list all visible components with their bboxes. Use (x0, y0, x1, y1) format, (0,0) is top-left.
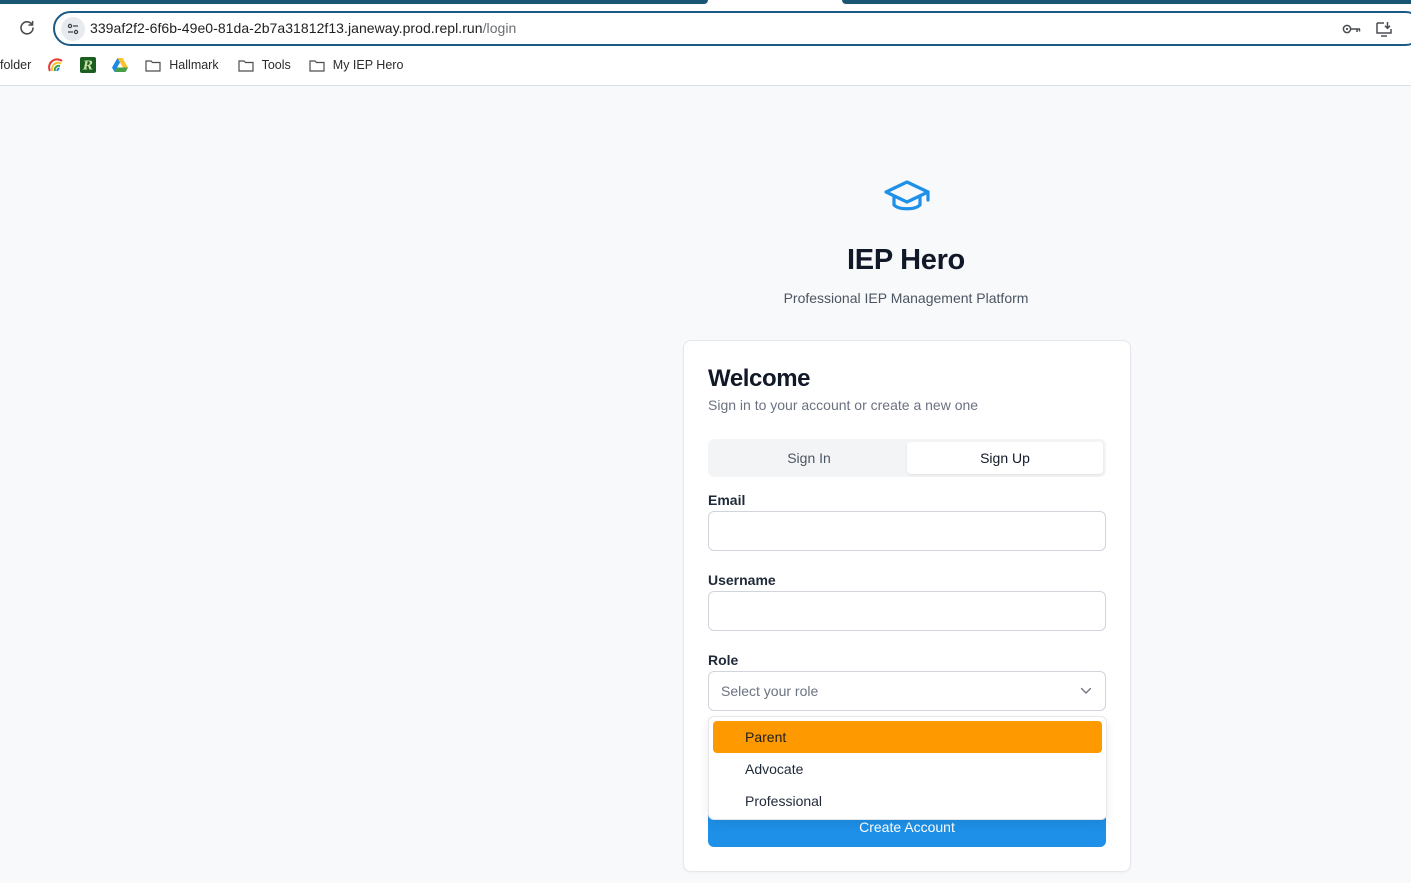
username-field[interactable] (708, 591, 1106, 631)
email-label: Email (708, 492, 746, 508)
google-drive-icon[interactable] (112, 58, 129, 72)
graduation-cap-icon (884, 178, 930, 214)
app-title: IEP Hero (847, 244, 965, 276)
browser-tab-left[interactable] (0, 0, 708, 4)
bookmark-label: folder (0, 58, 32, 72)
folder-icon (237, 59, 254, 72)
url-host: 339af2f2-6f6b-49e0-81da-2b7a31812f13.jan… (90, 20, 483, 36)
r-app-icon[interactable]: R (80, 57, 97, 73)
bookmark-label: Tools (261, 58, 291, 72)
role-option-parent[interactable]: Parent (713, 721, 1102, 753)
role-option-advocate[interactable]: Advocate (713, 753, 1102, 785)
bookmarks-bar: folder R Hallmark Tools My IEP Hero (0, 54, 403, 76)
key-icon[interactable] (1341, 19, 1363, 39)
svg-text:R: R (82, 59, 93, 73)
browser-tab-right[interactable] (842, 0, 1411, 4)
url-path: /login (482, 20, 517, 36)
tab-sign-in[interactable]: Sign In (711, 442, 907, 474)
url-text[interactable]: 339af2f2-6f6b-49e0-81da-2b7a31812f13.jan… (90, 20, 516, 36)
install-app-icon[interactable] (1373, 19, 1395, 39)
bookmark-folder-truncated[interactable]: folder (0, 58, 31, 72)
tab-sign-up[interactable]: Sign Up (907, 442, 1103, 474)
auth-tabs: Sign In Sign Up (708, 439, 1106, 477)
bookmark-label: My IEP Hero (332, 58, 404, 72)
role-label: Role (708, 652, 739, 668)
role-option-professional[interactable]: Professional (713, 785, 1102, 817)
card-description: Sign in to your account or create a new … (708, 397, 979, 413)
chevron-down-icon (1079, 684, 1093, 698)
card-title: Welcome (708, 365, 811, 392)
folder-icon (309, 59, 325, 72)
address-bar[interactable]: 339af2f2-6f6b-49e0-81da-2b7a31812f13.jan… (53, 11, 1411, 46)
role-dropdown: Parent Advocate Professional (708, 716, 1107, 820)
bookmark-label: Hallmark (169, 58, 219, 72)
bookmark-tools[interactable]: Tools (237, 58, 291, 72)
extension-icon[interactable] (1405, 19, 1411, 39)
role-select[interactable]: Select your role (708, 671, 1106, 711)
email-field[interactable] (708, 511, 1106, 551)
role-select-value: Select your role (721, 683, 819, 699)
site-info-icon[interactable] (61, 17, 85, 41)
folder-icon (145, 59, 161, 72)
rainbow-app-icon[interactable] (48, 57, 64, 73)
app-subtitle: Professional IEP Management Platform (783, 290, 1029, 306)
bookmark-hallmark[interactable]: Hallmark (145, 58, 219, 72)
browser-chrome: 339af2f2-6f6b-49e0-81da-2b7a31812f13.jan… (0, 0, 1411, 86)
reload-icon[interactable] (17, 18, 37, 38)
bookmark-my-iep-hero[interactable]: My IEP Hero (309, 58, 404, 72)
username-label: Username (708, 572, 776, 588)
